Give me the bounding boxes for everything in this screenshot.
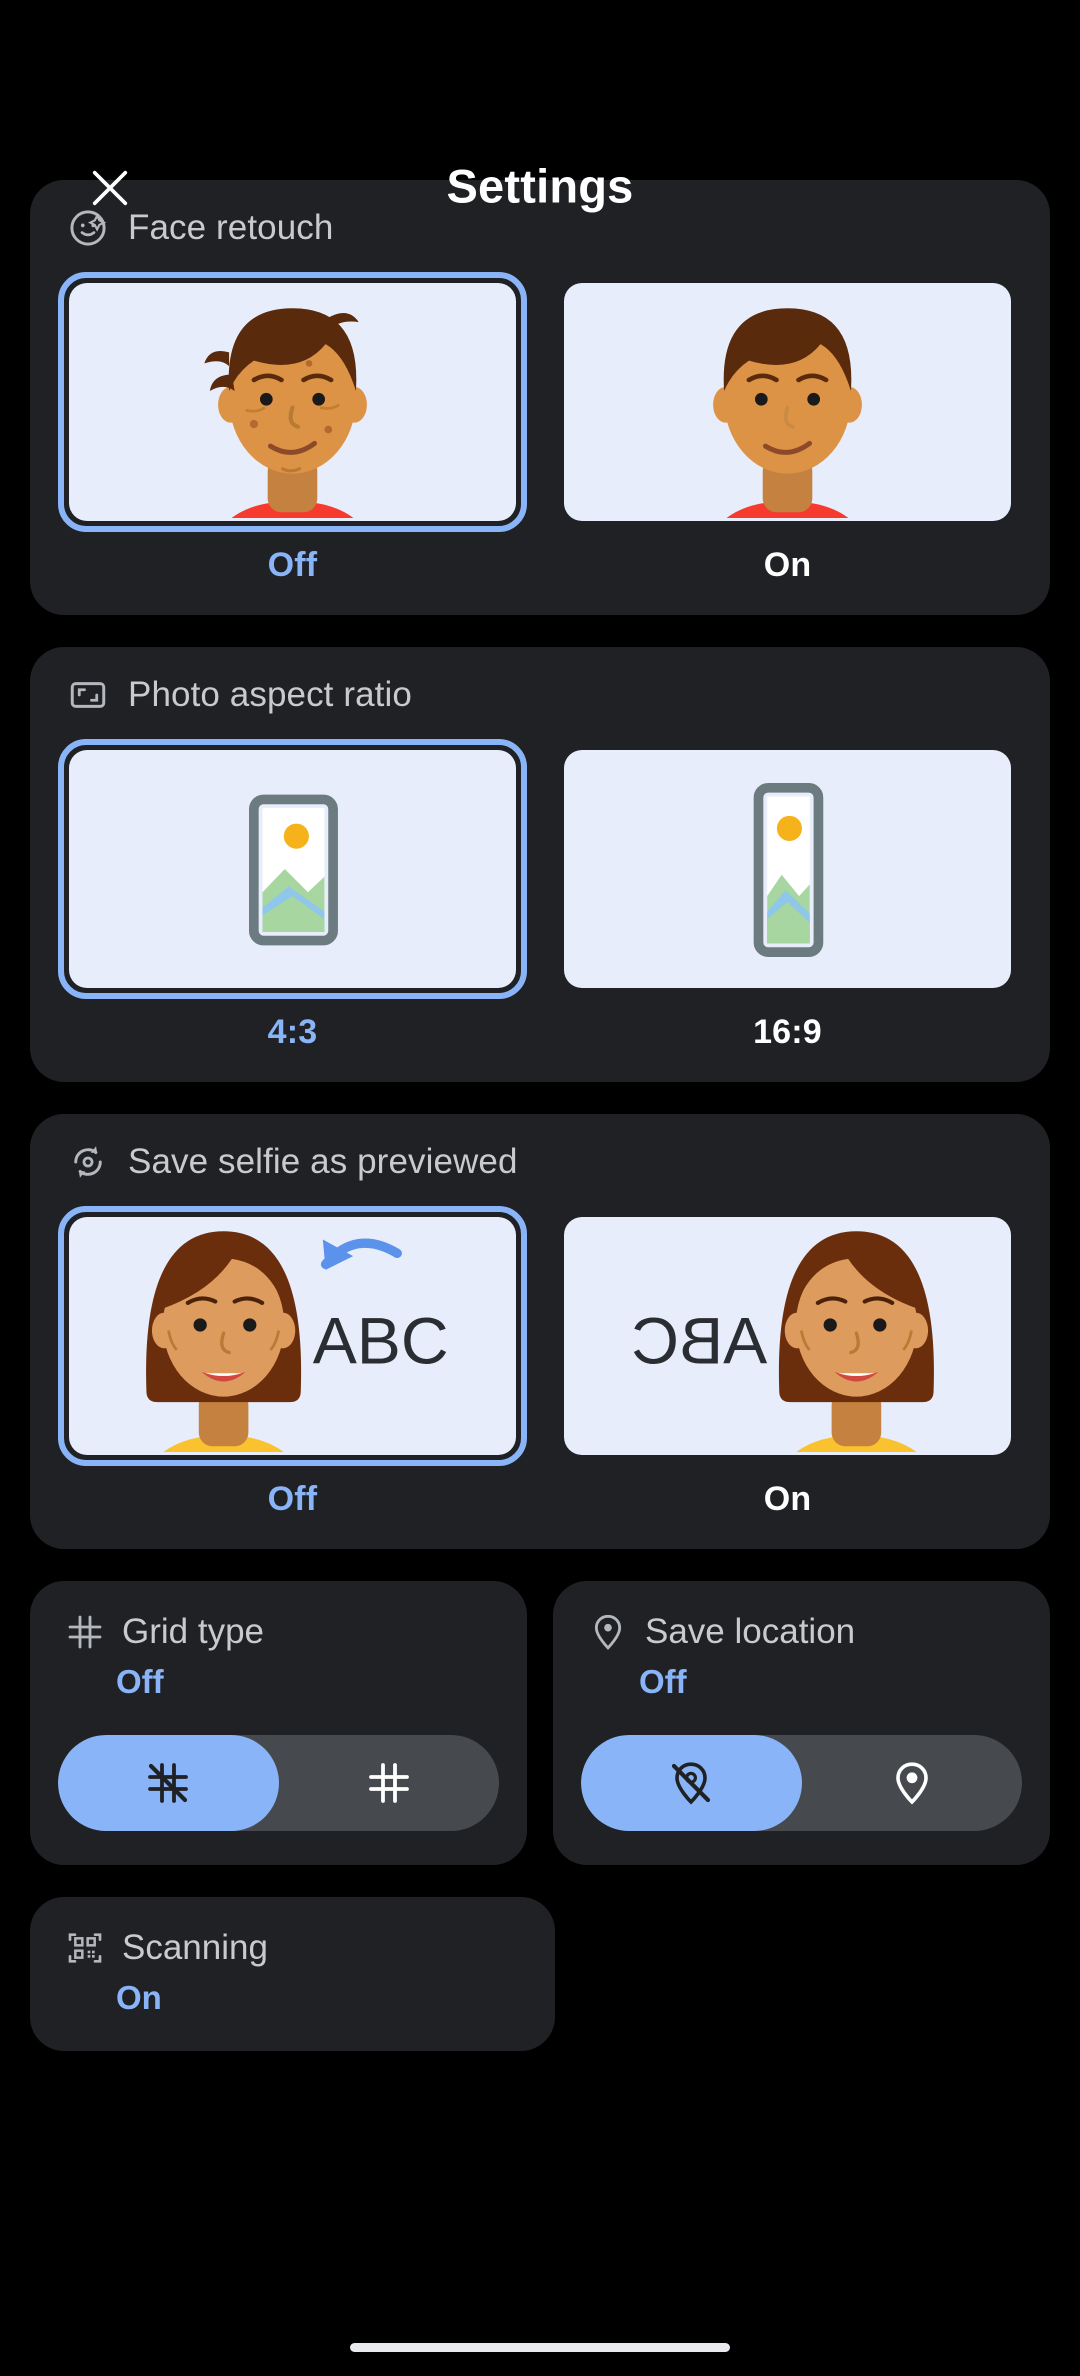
section-header: Photo aspect ratio <box>58 673 1022 717</box>
location-off-option[interactable] <box>581 1735 802 1831</box>
section-title: Save location <box>645 1612 856 1651</box>
section-title: Grid type <box>122 1612 264 1651</box>
option-aspect-16-9[interactable]: 16:9 <box>553 739 1022 1052</box>
option-label: 4:3 <box>267 1013 318 1051</box>
section-header: Scanning <box>58 1927 527 1969</box>
home-indicator[interactable] <box>350 2342 730 2352</box>
section-title: Save selfie as previewed <box>128 1142 518 1181</box>
option-label: 16:9 <box>753 1013 822 1051</box>
location-pin-icon <box>587 1611 629 1653</box>
section-photo-aspect-ratio: Photo aspect ratio 4:3 16:9 <box>30 647 1050 1082</box>
section-value: Off <box>639 1663 687 1700</box>
section-value: On <box>116 1979 162 2016</box>
grid-on-icon <box>368 1763 409 1803</box>
system-navigation-bar <box>0 2318 1080 2376</box>
section-save-selfie-as-previewed: Save selfie as previewed ABC Off ABC On <box>30 1114 1050 1549</box>
aspect-ratio-icon <box>66 673 110 717</box>
grid-off-option[interactable] <box>58 1735 279 1831</box>
save-location-segmented-control <box>581 1735 1022 1831</box>
thumbnail-photo-4-3 <box>69 750 516 988</box>
option-save-selfie-off[interactable]: ABC Off <box>58 1206 527 1519</box>
option-label: Off <box>267 1480 318 1518</box>
option-row: Off On <box>58 272 1022 585</box>
option-aspect-4-3[interactable]: 4:3 <box>58 739 527 1052</box>
half-card-row: Grid type Off Save location Off <box>30 1581 1050 1865</box>
half-card-row-2: Scanning On <box>30 1897 1050 2051</box>
location-on-icon <box>895 1762 928 1805</box>
section-header: Grid type <box>58 1611 499 1653</box>
flip-camera-icon <box>66 1140 110 1184</box>
section-title: Photo aspect ratio <box>128 675 412 714</box>
option-save-selfie-on[interactable]: ABC On <box>553 1206 1022 1519</box>
location-off-icon <box>672 1762 711 1805</box>
thumbnail-photo-16-9 <box>564 750 1011 988</box>
section-save-location[interactable]: Save location Off <box>553 1581 1050 1865</box>
option-face-retouch-off[interactable]: Off <box>58 272 527 585</box>
option-row: ABC Off ABC On <box>58 1206 1022 1519</box>
thumbnail-selfie-normal: ABC <box>69 1217 516 1455</box>
section-scanning[interactable]: Scanning On <box>30 1897 555 2051</box>
settings-screen: Settings Face retouch Off On Photo aspec… <box>0 0 1080 2376</box>
section-value: Off <box>116 1663 164 1700</box>
sample-text-mirrored: ABC <box>631 1305 767 1379</box>
grid-off-icon <box>148 1763 189 1803</box>
app-header: Settings <box>0 0 1080 213</box>
section-title: Scanning <box>122 1928 268 1967</box>
option-face-retouch-on[interactable]: On <box>553 272 1022 585</box>
option-label: Off <box>267 546 318 584</box>
grid-icon <box>64 1611 106 1653</box>
section-face-retouch: Face retouch Off On <box>30 180 1050 615</box>
thumbnail-face-retouched <box>564 283 1011 521</box>
grid-on-option[interactable] <box>279 1735 500 1831</box>
section-header: Save selfie as previewed <box>58 1140 1022 1184</box>
option-row: 4:3 16:9 <box>58 739 1022 1052</box>
settings-list: Face retouch Off On Photo aspect ratio 4… <box>0 180 1080 2051</box>
section-grid-type[interactable]: Grid type Off <box>30 1581 527 1865</box>
section-header: Save location <box>581 1611 1022 1653</box>
option-label: On <box>763 1480 812 1518</box>
page-title: Settings <box>446 159 634 213</box>
thumbnail-face-unretouched <box>69 283 516 521</box>
thumbnail-selfie-mirrored: ABC <box>564 1217 1011 1455</box>
grid-type-segmented-control <box>58 1735 499 1831</box>
qr-code-icon <box>64 1927 106 1969</box>
option-label: On <box>763 546 812 584</box>
section-title: Face retouch <box>128 208 334 247</box>
location-on-option[interactable] <box>802 1735 1023 1831</box>
sample-text: ABC <box>313 1305 449 1379</box>
